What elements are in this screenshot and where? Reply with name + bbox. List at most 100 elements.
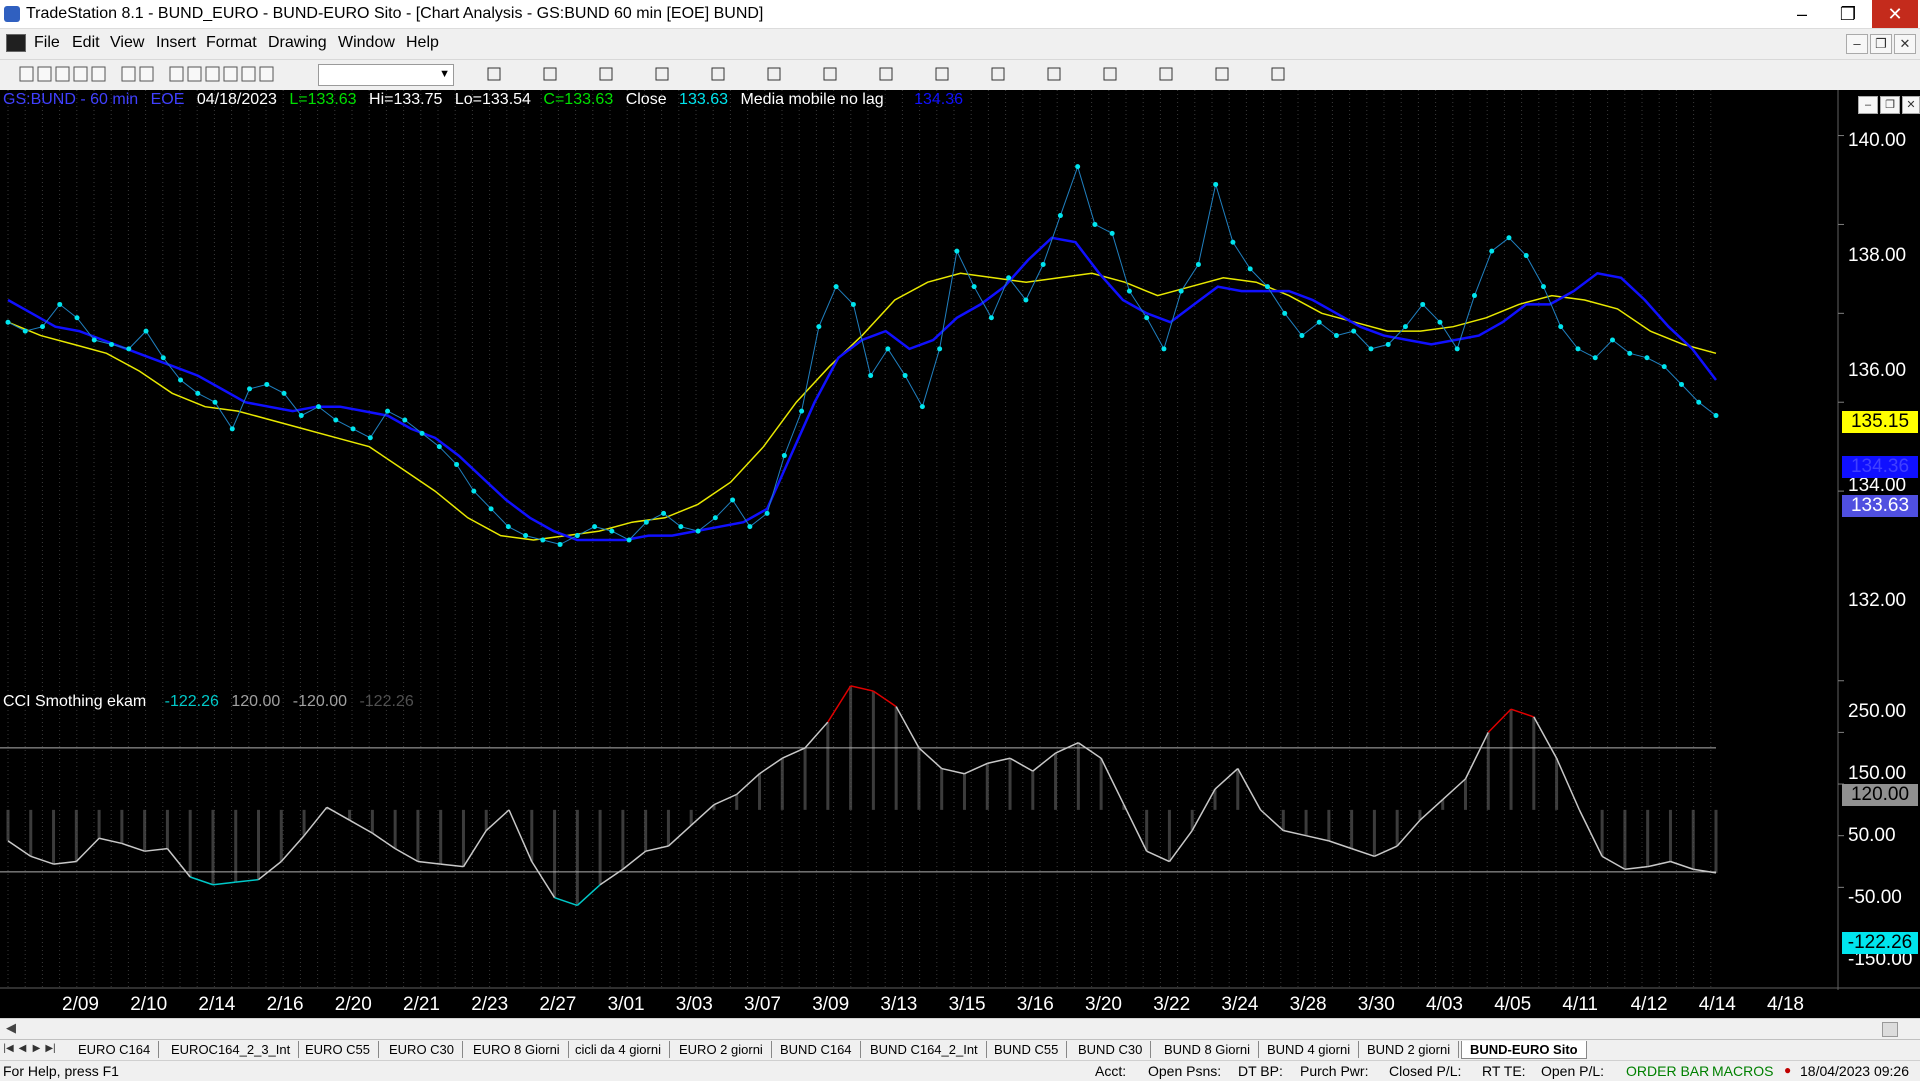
cci-line-segment: [189, 876, 214, 886]
menu-drawing[interactable]: Drawing: [268, 34, 327, 52]
menu-help[interactable]: Help: [406, 34, 439, 52]
x-tick-label: 4/05: [1494, 994, 1532, 1015]
app-icon[interactable]: [4, 6, 20, 22]
cci-line-segment: [759, 757, 783, 775]
close-point: [1213, 181, 1219, 187]
tab-bund-c164[interactable]: BUND C164: [772, 1041, 861, 1058]
close-point: [264, 381, 270, 387]
close-point: [885, 346, 891, 352]
close-point: [954, 248, 960, 254]
toolbar-icons: [19, 66, 1285, 82]
cci-line-segment: [440, 863, 464, 868]
chart-horizontal-scrollbar[interactable]: ◀: [0, 1018, 1920, 1039]
chevron-down-icon: ▼: [439, 68, 450, 80]
tab-prev-icon[interactable]: ◀: [17, 1043, 28, 1056]
cci-line-segment: [7, 840, 32, 857]
cci-line-segment: [1328, 840, 1352, 850]
tab-bund-8-giorni[interactable]: BUND 8 Giorni: [1156, 1041, 1259, 1058]
close-point: [74, 315, 80, 321]
x-tick-label: 2/21: [403, 994, 440, 1015]
cci-line-segment: [941, 767, 965, 775]
trendline-icon: [879, 67, 893, 81]
close-point: [419, 430, 425, 436]
mdi-minimize-icon[interactable]: –: [1846, 34, 1868, 54]
menu-window[interactable]: Window: [338, 34, 395, 52]
close-point: [1126, 288, 1132, 294]
cci-line-segment: [303, 806, 328, 837]
tab-next-icon[interactable]: ▶: [31, 1043, 42, 1056]
x-tick-label: 3/15: [948, 994, 986, 1015]
menu-format[interactable]: Format: [206, 34, 257, 52]
close-point: [57, 301, 63, 307]
symbol-select[interactable]: ▼: [318, 64, 454, 86]
close-icon[interactable]: ✕: [1872, 0, 1918, 28]
close-point: [1627, 350, 1633, 356]
tab-cicli-da-4-giorni[interactable]: cicli da 4 giorni: [567, 1041, 670, 1058]
tab-euro-c164[interactable]: EURO C164: [70, 1041, 160, 1058]
tab-bund-c164-2-int[interactable]: BUND C164_2_Int: [862, 1041, 987, 1058]
cci-line-segment: [1624, 865, 1648, 871]
x-tick-label: 2/14: [198, 994, 236, 1015]
cci-y-tick-label: 250.00: [1848, 701, 1907, 722]
close-point: [178, 377, 184, 383]
tab-euroc164-2-3-int[interactable]: EUROC164_2_3_Int: [163, 1041, 300, 1058]
tab-euro-c55[interactable]: EURO C55: [297, 1041, 380, 1058]
close-point: [1316, 319, 1322, 325]
tab-euro-2-giorni[interactable]: EURO 2 giorni: [671, 1041, 772, 1058]
format-icon: [241, 66, 256, 82]
tab-euro-8-giorni[interactable]: EURO 8 Giorni: [465, 1041, 569, 1058]
tab-euro-c30[interactable]: EURO C30: [381, 1041, 464, 1058]
close-point: [540, 537, 546, 543]
minimize-icon[interactable]: –: [1779, 0, 1825, 28]
cci-line-segment: [850, 685, 874, 692]
chart-minimize-icon[interactable]: –: [1858, 96, 1878, 114]
arrow-down-icon: [1103, 67, 1117, 81]
chart-window-icon[interactable]: [6, 34, 26, 52]
menu-file[interactable]: File: [34, 34, 60, 52]
cci-y-tick-label: 150.00: [1848, 763, 1907, 784]
new-icon: [19, 66, 34, 82]
chart-analysis-window[interactable]: GS:BUND - 60 min EOE 04/18/2023 L=133.63…: [0, 90, 1920, 1024]
menu-insert[interactable]: Insert: [156, 34, 196, 52]
mdi-close-icon[interactable]: ✕: [1894, 34, 1916, 54]
purch-pwr-label: Purch Pwr:: [1300, 1063, 1369, 1079]
cci-line-segment: [918, 747, 943, 770]
mdi-restore-icon[interactable]: ❐: [1870, 34, 1892, 54]
tab-last-icon[interactable]: ▶|: [45, 1043, 56, 1056]
x-tick-label: 4/12: [1630, 994, 1668, 1015]
tab-bund-4-giorni[interactable]: BUND 4 giorni: [1259, 1041, 1360, 1058]
maximize-icon[interactable]: ❐: [1825, 0, 1871, 28]
cci-line-segment: [1009, 757, 1034, 772]
chart-close-icon[interactable]: ✕: [1902, 96, 1920, 114]
close-point: [799, 408, 805, 414]
cci-line-segment: [1442, 778, 1466, 801]
cci-value2: -122.26: [359, 693, 414, 710]
close-point: [1609, 337, 1615, 343]
close-point: [712, 515, 718, 521]
close-point: [1713, 413, 1719, 419]
close-point: [1333, 333, 1339, 339]
x-tick-label: 2/23: [471, 994, 509, 1015]
scroll-left-icon[interactable]: ◀: [6, 1020, 16, 1036]
tab-bund-euro-sito[interactable]: BUND-EURO Sito: [1461, 1041, 1587, 1059]
menu-view[interactable]: View: [110, 34, 144, 52]
tab-first-icon[interactable]: |◀: [3, 1043, 14, 1056]
menu-edit[interactable]: Edit: [72, 34, 100, 52]
scroll-thumb[interactable]: [1882, 1022, 1898, 1037]
x-tick-label: 3/16: [1016, 994, 1054, 1015]
tab-bund-c55[interactable]: BUND C55: [986, 1041, 1068, 1058]
rectangle-icon: [1215, 67, 1229, 81]
cci-line-segment: [645, 845, 669, 852]
order-bar-indicator[interactable]: ORDER BAR: [1626, 1063, 1709, 1079]
chart-canvas[interactable]: [0, 90, 1920, 1024]
fib-icon: [991, 67, 1005, 81]
tab-bund-c30[interactable]: BUND C30: [1070, 1041, 1152, 1058]
close-point: [91, 337, 97, 343]
toolbar: ▼: [0, 59, 1920, 91]
open-pl-label: Open P/L:: [1541, 1063, 1605, 1079]
close-point: [195, 390, 201, 396]
tab-bund-2-giorni[interactable]: BUND 2 giorni: [1359, 1041, 1460, 1058]
chart-restore-icon[interactable]: ❐: [1880, 96, 1900, 114]
macros-indicator[interactable]: MACROS: [1712, 1063, 1773, 1079]
close-point: [1471, 293, 1477, 299]
